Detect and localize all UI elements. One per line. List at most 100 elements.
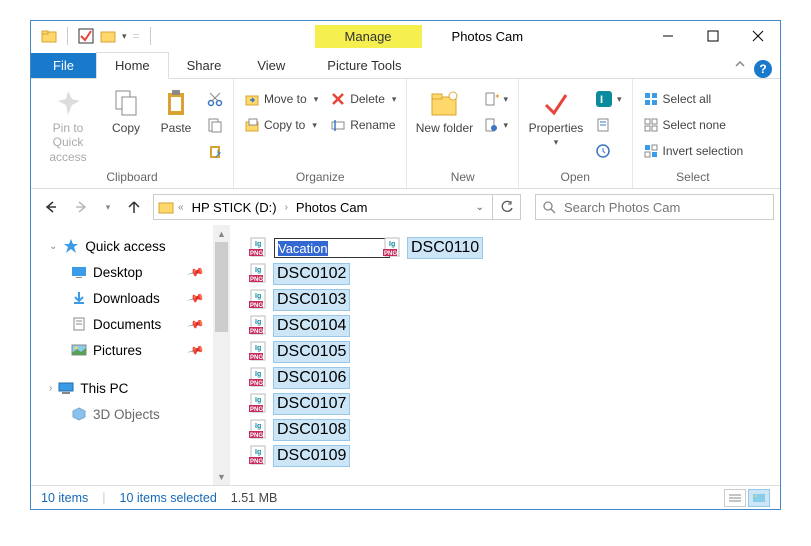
- address-bar[interactable]: « HP STICK (D:) › Photos Cam ⌄: [153, 194, 493, 220]
- tab-share[interactable]: Share: [169, 53, 240, 78]
- help-button[interactable]: ?: [754, 60, 772, 78]
- file-name: DSC0104: [274, 316, 349, 336]
- scroll-down-button[interactable]: ▼: [213, 468, 230, 485]
- svg-text:Ig: Ig: [255, 345, 261, 352]
- svg-text:PNG: PNG: [250, 381, 263, 387]
- file-item[interactable]: PNGIgDSC0106: [248, 365, 358, 391]
- manage-tab[interactable]: Manage: [315, 25, 422, 48]
- png-file-icon: PNGIg: [248, 393, 270, 415]
- group-label-open: Open: [527, 168, 624, 188]
- file-item[interactable]: PNGIgDSC0103: [248, 287, 358, 313]
- file-name: DSC0106: [274, 368, 349, 388]
- scroll-up-button[interactable]: ▲: [213, 225, 230, 242]
- copy-button[interactable]: Copy: [105, 83, 147, 135]
- nav-desktop[interactable]: Desktop 📌: [31, 259, 213, 285]
- back-button[interactable]: [37, 194, 63, 220]
- easy-access-button[interactable]: ▾: [481, 113, 510, 137]
- png-file-icon: PNGIg: [248, 315, 270, 337]
- file-name: DSC0105: [274, 342, 349, 362]
- titlebar: ▾ = Manage Photos Cam: [31, 21, 780, 51]
- select-none-button[interactable]: Select none: [641, 113, 746, 137]
- file-item[interactable]: PNGIgDSC0107: [248, 391, 358, 417]
- tab-view[interactable]: View: [239, 53, 303, 78]
- select-none-icon: [643, 117, 659, 133]
- back-icon: [42, 199, 58, 215]
- move-to-button[interactable]: Move to: [242, 87, 320, 111]
- file-item[interactable]: PNGIg: [248, 235, 358, 261]
- cut-button[interactable]: [205, 87, 225, 111]
- breadcrumb[interactable]: Photos Cam: [292, 200, 372, 215]
- folder-icon: [41, 28, 57, 44]
- details-view-button[interactable]: [724, 489, 746, 507]
- address-dropdown[interactable]: ⌄: [472, 202, 488, 213]
- copy-to-button[interactable]: Copy to: [242, 113, 320, 137]
- open-button[interactable]: I ▾: [593, 87, 624, 111]
- breadcrumb[interactable]: HP STICK (D:): [188, 200, 281, 215]
- png-file-icon: PNGIg: [248, 445, 270, 467]
- png-file-icon: PNGIg: [248, 367, 270, 389]
- thumbnails-view-button[interactable]: [748, 489, 770, 507]
- file-item[interactable]: PNGIgDSC0108: [248, 417, 358, 443]
- refresh-button[interactable]: [493, 194, 521, 220]
- nav-quick-access[interactable]: ⌄ Quick access: [31, 233, 213, 259]
- invert-selection-icon: [643, 143, 659, 159]
- rename-input[interactable]: [274, 238, 390, 258]
- new-item-button[interactable]: ✶ ▾: [481, 87, 510, 111]
- nav-documents[interactable]: Documents 📌: [31, 311, 213, 337]
- tab-home[interactable]: Home: [96, 52, 169, 79]
- svg-text:Ig: Ig: [255, 241, 261, 248]
- select-all-button[interactable]: Select all: [641, 87, 746, 111]
- details-view-icon: [728, 493, 742, 503]
- nav-this-pc[interactable]: › This PC: [31, 375, 213, 401]
- paste-button[interactable]: Paste: [155, 83, 197, 135]
- properties-button[interactable]: Properties ▾: [527, 83, 585, 148]
- maximize-button[interactable]: [690, 21, 735, 51]
- collapse-ribbon-button[interactable]: [726, 53, 754, 78]
- search-box[interactable]: [535, 194, 774, 220]
- status-size: 1.51 MB: [231, 491, 278, 505]
- tab-picture-tools[interactable]: Picture Tools: [313, 53, 415, 78]
- minimize-button[interactable]: [645, 21, 690, 51]
- file-item[interactable]: PNGIgDSC0105: [248, 339, 358, 365]
- nav-3d-objects[interactable]: 3D Objects: [31, 401, 213, 427]
- copy-path-button[interactable]: [205, 113, 225, 137]
- tab-file[interactable]: File: [31, 53, 96, 78]
- search-input[interactable]: [562, 199, 767, 216]
- up-button[interactable]: [121, 194, 147, 220]
- file-list[interactable]: PNGIgPNGIgDSC0102PNGIgDSC0103PNGIgDSC010…: [230, 225, 780, 485]
- file-item[interactable]: PNGIgDSC0104: [248, 313, 358, 339]
- svg-text:Ig: Ig: [389, 241, 395, 248]
- delete-icon: [330, 91, 346, 107]
- edit-button[interactable]: [593, 113, 624, 137]
- invert-selection-button[interactable]: Invert selection: [641, 139, 746, 163]
- file-item[interactable]: PNGIgDSC0110: [382, 235, 492, 261]
- file-name: DSC0110: [408, 238, 482, 258]
- folder-small-icon[interactable]: [100, 28, 116, 44]
- file-item[interactable]: PNGIgDSC0102: [248, 261, 358, 287]
- nav-downloads[interactable]: Downloads 📌: [31, 285, 213, 311]
- file-item[interactable]: PNGIgDSC0109: [248, 443, 358, 469]
- svg-text:Ig: Ig: [255, 397, 261, 404]
- pin-to-quick-access-button[interactable]: Pin to Quick access: [39, 83, 97, 164]
- rename-button[interactable]: Rename: [328, 113, 398, 137]
- nav-pictures[interactable]: Pictures 📌: [31, 337, 213, 363]
- history-button[interactable]: [593, 139, 624, 163]
- pin-icon: [52, 87, 84, 119]
- forward-button[interactable]: [69, 194, 95, 220]
- content-area: ⌄ Quick access Desktop 📌 Downloads 📌: [31, 225, 780, 485]
- close-button[interactable]: [735, 21, 780, 51]
- checkbox-icon[interactable]: [78, 28, 94, 44]
- ribbon-group-organize: Move to Copy to Delete Rename: [234, 79, 407, 188]
- scroll-thumb[interactable]: [215, 242, 228, 332]
- ribbon: Pin to Quick access Copy Paste: [31, 79, 780, 189]
- svg-text:PNG: PNG: [250, 433, 263, 439]
- nav-scrollbar[interactable]: ▲ ▼: [213, 225, 230, 485]
- easy-access-icon: [483, 117, 499, 133]
- desktop-icon: [71, 264, 87, 280]
- delete-button[interactable]: Delete: [328, 87, 398, 111]
- status-selected: 10 items selected: [120, 491, 217, 505]
- new-folder-button[interactable]: New folder: [415, 83, 473, 135]
- recent-button[interactable]: ▾: [101, 194, 115, 220]
- scroll-track[interactable]: [213, 242, 230, 468]
- paste-shortcut-button[interactable]: [205, 139, 225, 163]
